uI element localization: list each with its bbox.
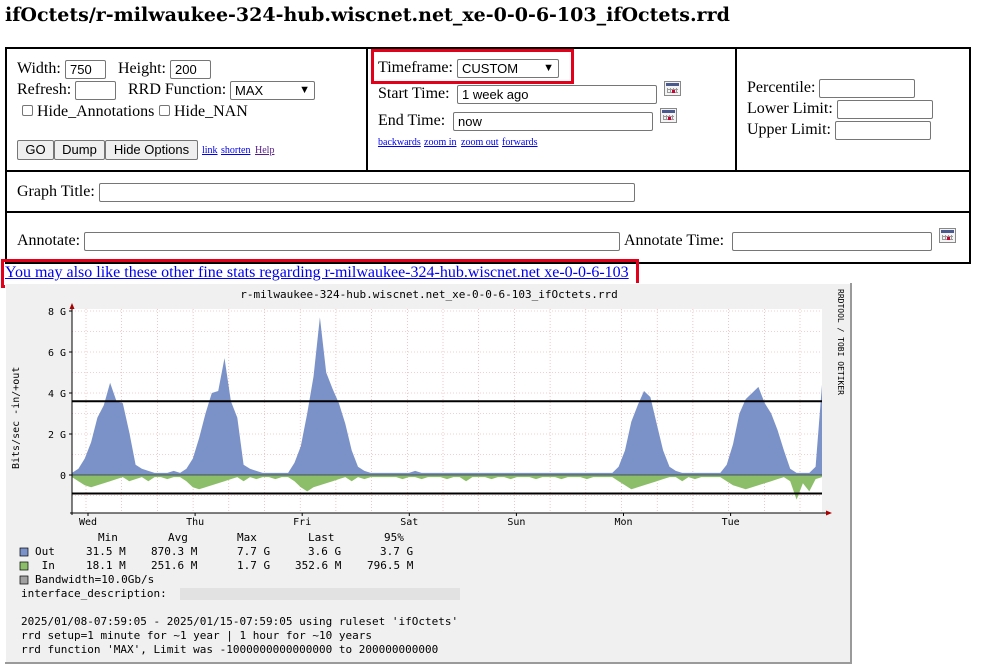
- y-tick-label: 0: [60, 471, 66, 482]
- redacted-description: [180, 588, 460, 600]
- annotate-label: Annotate:: [17, 232, 81, 249]
- y-tick-label: 2 G: [48, 430, 66, 441]
- help-link[interactable]: Help: [255, 145, 274, 156]
- legend-header-max: Max: [237, 531, 257, 544]
- legend-out-avg: 870.3 M: [151, 545, 198, 558]
- graph-title-label: Graph Title:: [17, 183, 95, 200]
- annotate-time-label: Annotate Time:: [624, 232, 725, 249]
- rrd-graph: r-milwaukee-324-hub.wiscnet.net_xe-0-0-6…: [4, 282, 852, 664]
- graph-title-input[interactable]: [99, 183, 635, 202]
- hide-options-button[interactable]: Hide Options: [105, 140, 198, 160]
- end-time-label: End Time:: [378, 112, 446, 129]
- annotate-time-input[interactable]: [732, 232, 932, 251]
- percentile-input[interactable]: [819, 79, 915, 98]
- legend-out-max: 7.7 G: [237, 545, 270, 558]
- hide-annotations-checkbox[interactable]: [22, 105, 33, 116]
- lower-limit-label: Lower Limit:: [747, 100, 833, 117]
- footer-line-2: rrd setup=1 minute for ~1 year | 1 hour …: [21, 629, 372, 642]
- upper-limit-label: Upper Limit:: [747, 121, 831, 138]
- y-tick-label: 4 G: [48, 389, 66, 400]
- width-label: Width:: [17, 60, 61, 77]
- dump-button[interactable]: Dump: [54, 140, 105, 160]
- rrd-function-label: RRD Function:: [128, 81, 227, 98]
- legend-out-last: 3.6 G: [308, 545, 341, 558]
- bandwidth-text: Bandwidth=10.0Gb/s: [35, 573, 154, 586]
- zoom-out-link[interactable]: zoom out: [461, 137, 499, 148]
- watermark: RRDTOOL / TOBI OETIKER: [836, 289, 845, 395]
- y-tick-label: 6 G: [48, 348, 66, 359]
- legend-in-min: 18.1 M: [86, 559, 126, 572]
- shorten-link[interactable]: shorten: [221, 145, 250, 156]
- chevron-down-icon: ▼: [299, 84, 310, 96]
- graph-title: r-milwaukee-324-hub.wiscnet.net_xe-0-0-6…: [240, 288, 618, 301]
- in-swatch: [19, 561, 29, 571]
- hide-annotations-label: Hide_Annotations: [37, 103, 155, 120]
- chevron-down-icon: ▼: [543, 62, 554, 74]
- legend-out-name: Out: [35, 545, 55, 558]
- timeframe-select[interactable]: CUSTOM ▼: [457, 59, 559, 78]
- footer-line-1: 2025/01/08-07:59:05 - 2025/01/15-07:59:0…: [21, 615, 458, 628]
- percentile-label: Percentile:: [747, 79, 816, 96]
- rrd-function-select[interactable]: MAX ▼: [230, 81, 315, 100]
- legend-in-name: In: [35, 559, 55, 572]
- start-time-input[interactable]: 1 week ago: [457, 85, 657, 104]
- page-title: ifOctets/r-milwaukee-324-hub.wiscnet.net…: [5, 4, 730, 26]
- out-swatch: [19, 547, 29, 557]
- timeframe-label: Timeframe:: [378, 59, 453, 76]
- forwards-link[interactable]: forwards: [502, 137, 538, 148]
- lower-limit-input[interactable]: [837, 100, 933, 119]
- refresh-label: Refresh:: [17, 81, 72, 98]
- backwards-link[interactable]: backwards: [378, 137, 421, 148]
- upper-limit-input[interactable]: [835, 121, 931, 140]
- x-tick-label: Sat: [400, 517, 418, 528]
- legend-header-avg: Avg: [168, 531, 188, 544]
- x-tick-label: Sun: [507, 517, 525, 528]
- x-tick-label: Tue: [722, 517, 740, 528]
- calendar-icon[interactable]: [660, 108, 677, 123]
- rrd-function-value: MAX: [235, 83, 264, 98]
- x-tick-label: Mon: [614, 517, 632, 528]
- y-axis-label: Bits/sec -in/+out: [11, 367, 22, 469]
- footer-line-3: rrd function 'MAX', Limit was -100000000…: [21, 643, 438, 656]
- plot-area: [72, 309, 822, 513]
- interface-label: interface_description:: [21, 587, 167, 600]
- hide-nan-label: Hide_NAN: [174, 103, 248, 120]
- legend-header-min: Min: [98, 531, 118, 544]
- start-time-label: Start Time:: [378, 85, 450, 102]
- calendar-icon[interactable]: [939, 228, 956, 243]
- legend-in-last: 352.6 M: [295, 559, 342, 572]
- legend-in-max: 1.7 G: [237, 559, 270, 572]
- link-link[interactable]: link: [202, 145, 218, 156]
- legend-header-p95: 95%: [384, 531, 404, 544]
- x-tick-label: Fri: [293, 517, 311, 528]
- go-button[interactable]: GO: [17, 140, 54, 160]
- annotate-input[interactable]: [84, 232, 620, 251]
- legend-out-p95: 3.7 G: [380, 545, 413, 558]
- width-input[interactable]: 750: [65, 60, 106, 79]
- x-tick-label: Wed: [79, 517, 97, 528]
- height-label: Height:: [118, 60, 166, 77]
- calendar-icon[interactable]: [664, 81, 681, 96]
- legend-header-last: Last: [308, 531, 335, 544]
- refresh-input[interactable]: [75, 81, 116, 100]
- legend-in-avg: 251.6 M: [151, 559, 198, 572]
- height-input[interactable]: 200: [170, 60, 211, 79]
- end-time-input[interactable]: now: [453, 112, 653, 131]
- timeframe-value: CUSTOM: [462, 61, 519, 76]
- x-tick-label: Thu: [186, 517, 204, 528]
- bandwidth-swatch: [19, 575, 29, 585]
- y-tick-label: 8 G: [48, 307, 66, 318]
- other-stats-link[interactable]: You may also like these other fine stats…: [5, 264, 629, 282]
- legend-in-p95: 796.5 M: [367, 559, 414, 572]
- legend-out-min: 31.5 M: [86, 545, 126, 558]
- zoom-in-link[interactable]: zoom in: [424, 137, 457, 148]
- hide-nan-checkbox[interactable]: [159, 105, 170, 116]
